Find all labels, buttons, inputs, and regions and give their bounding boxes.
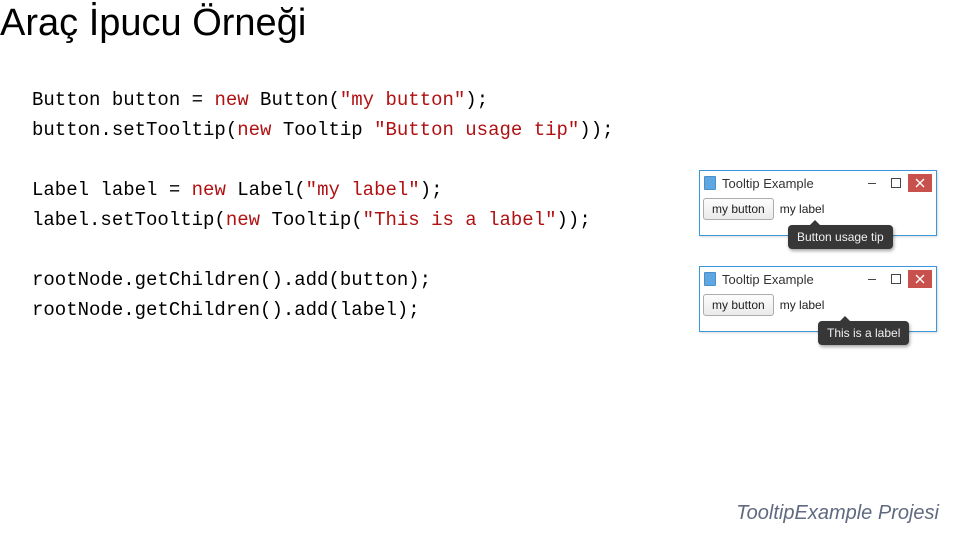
code-string: "my label" bbox=[306, 179, 420, 201]
close-icon bbox=[915, 274, 925, 284]
code-text: ); bbox=[420, 179, 443, 201]
window-titlebar[interactable]: Tooltip Example bbox=[700, 267, 936, 291]
window-title: Tooltip Example bbox=[722, 272, 860, 287]
code-block: Button button = new Button("my button");… bbox=[32, 85, 614, 325]
footer-text: TooltipExample Projesi bbox=[736, 502, 939, 525]
code-text: Tooltip( bbox=[271, 209, 362, 231]
code-text: button.setTooltip( bbox=[32, 119, 237, 141]
close-icon bbox=[915, 178, 925, 188]
code-keyword: new bbox=[214, 89, 260, 111]
close-button[interactable] bbox=[908, 270, 932, 288]
close-button[interactable] bbox=[908, 174, 932, 192]
window-tooltip-example-2: Tooltip Example my button my label This … bbox=[699, 266, 937, 332]
window-client: my button my label Button usage tip bbox=[700, 195, 936, 229]
app-icon bbox=[704, 176, 716, 190]
my-label: my label bbox=[776, 198, 829, 220]
code-text: rootNode.getChildren().add(button); bbox=[32, 269, 431, 291]
window-titlebar[interactable]: Tooltip Example bbox=[700, 171, 936, 195]
code-text: Tooltip bbox=[283, 119, 374, 141]
code-keyword: new bbox=[192, 179, 238, 201]
my-button[interactable]: my button bbox=[703, 294, 774, 316]
code-text: ); bbox=[465, 89, 488, 111]
code-string: "Button usage tip" bbox=[374, 119, 579, 141]
code-text: )); bbox=[557, 209, 591, 231]
code-keyword: new bbox=[237, 119, 283, 141]
window-title: Tooltip Example bbox=[722, 176, 860, 191]
window-tooltip-example-1: Tooltip Example my button my label Butto… bbox=[699, 170, 937, 236]
code-text: Button( bbox=[260, 89, 340, 111]
example-windows: Tooltip Example my button my label Butto… bbox=[699, 170, 947, 362]
code-string: "my button" bbox=[340, 89, 465, 111]
maximize-button[interactable] bbox=[884, 270, 908, 288]
my-label: my label bbox=[776, 294, 829, 316]
code-text: Label label = bbox=[32, 179, 192, 201]
minimize-button[interactable] bbox=[860, 270, 884, 288]
my-button[interactable]: my button bbox=[703, 198, 774, 220]
code-text: label.setTooltip( bbox=[32, 209, 226, 231]
code-text: rootNode.getChildren().add(label); bbox=[32, 299, 420, 321]
code-string: "This is a label" bbox=[363, 209, 557, 231]
page-title: Araç İpucu Örneği bbox=[0, 2, 306, 45]
code-text: Button button = bbox=[32, 89, 214, 111]
window-client: my button my label This is a label bbox=[700, 291, 936, 325]
minimize-button[interactable] bbox=[860, 174, 884, 192]
code-keyword: new bbox=[226, 209, 272, 231]
code-text: )); bbox=[579, 119, 613, 141]
code-text: Label( bbox=[237, 179, 305, 201]
app-icon bbox=[704, 272, 716, 286]
tooltip-button: Button usage tip bbox=[788, 225, 893, 249]
tooltip-label: This is a label bbox=[818, 321, 909, 345]
maximize-button[interactable] bbox=[884, 174, 908, 192]
